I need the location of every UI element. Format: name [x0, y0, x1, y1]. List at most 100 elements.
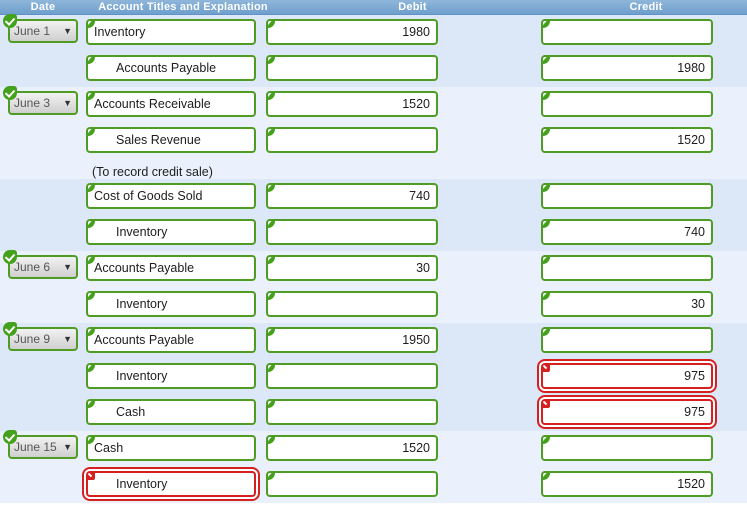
row-account-cell: Inventory [86, 467, 266, 497]
debit-amount-input[interactable] [266, 127, 438, 153]
table-row: Inventory 1520 [0, 467, 747, 503]
credit-amount-value: 1520 [677, 477, 705, 491]
credit-amount-input[interactable]: 740 [541, 219, 713, 245]
table-row: June 1 ▼ Inventory 1980 [0, 14, 747, 51]
account-title-value: Sales Revenue [116, 133, 201, 147]
debit-amount-input[interactable]: 740 [266, 183, 438, 209]
error-cross-icon [88, 473, 95, 480]
row-account-cell: Inventory [86, 15, 266, 45]
date-select[interactable]: June 1 ▼ [3, 14, 78, 43]
credit-amount-input[interactable] [541, 435, 713, 461]
row-account-cell: Inventory [86, 215, 266, 245]
row-account-cell: Inventory [86, 287, 266, 317]
valid-check-icon [268, 293, 275, 300]
credit-amount-input[interactable] [541, 91, 713, 117]
valid-check-icon [268, 329, 275, 336]
valid-check-icon [543, 129, 550, 136]
debit-amount-input[interactable]: 30 [266, 255, 438, 281]
debit-amount-input[interactable]: 1980 [266, 19, 438, 45]
debit-amount-input[interactable] [266, 399, 438, 425]
account-title-input[interactable]: Inventory [86, 219, 256, 245]
row-account-cell: Cash [86, 395, 266, 425]
row-date-cell [0, 123, 86, 127]
credit-amount-input[interactable] [541, 183, 713, 209]
account-title-input[interactable]: Accounts Receivable [86, 91, 256, 117]
valid-check-icon [268, 185, 275, 192]
row-credit-cell: 1520 [541, 123, 741, 153]
table-row: (To record credit sale) [0, 159, 747, 179]
credit-amount-input[interactable]: 1520 [541, 127, 713, 153]
table-row: June 9 ▼ Accounts Payable 1950 [0, 322, 747, 359]
table-header-row: Date Account Titles and Explanation Debi… [0, 0, 747, 15]
account-title-input[interactable]: Accounts Payable [86, 327, 256, 353]
debit-amount-value: 1950 [402, 333, 430, 347]
valid-check-icon [3, 14, 17, 28]
row-debit-cell [266, 287, 541, 317]
column-header-debit: Debit [398, 1, 427, 13]
debit-amount-input[interactable] [266, 55, 438, 81]
row-account-cell: (To record credit sale) [86, 159, 266, 181]
row-debit-cell [266, 159, 541, 163]
row-credit-cell: 1980 [541, 51, 741, 81]
date-select-value: June 15 [14, 440, 57, 454]
row-account-cell: Cost of Goods Sold [86, 179, 266, 209]
credit-amount-input[interactable]: 975 [541, 399, 713, 425]
row-date-cell: June 9 ▼ [0, 322, 86, 351]
account-title-input[interactable]: Inventory [86, 363, 256, 389]
row-debit-cell [266, 395, 541, 425]
valid-check-icon [268, 21, 275, 28]
credit-amount-input[interactable] [541, 255, 713, 281]
date-select[interactable]: June 3 ▼ [3, 86, 78, 115]
credit-amount-input[interactable]: 30 [541, 291, 713, 317]
debit-amount-input[interactable] [266, 363, 438, 389]
row-date-cell [0, 395, 86, 399]
valid-check-icon [88, 293, 95, 300]
debit-amount-input[interactable]: 1520 [266, 91, 438, 117]
row-account-cell: Accounts Receivable [86, 87, 266, 117]
credit-amount-input[interactable] [541, 327, 713, 353]
row-credit-cell [541, 251, 741, 281]
account-title-value: Inventory [116, 225, 168, 239]
account-title-input[interactable]: Inventory [86, 19, 256, 45]
row-credit-cell [541, 15, 741, 45]
date-select[interactable]: June 9 ▼ [3, 322, 78, 351]
table-row: Cash 975 [0, 395, 747, 431]
valid-check-icon [543, 257, 550, 264]
debit-amount-input[interactable] [266, 219, 438, 245]
row-date-cell [0, 467, 86, 471]
account-title-input[interactable]: Cash [86, 435, 256, 461]
debit-amount-value: 1520 [402, 97, 430, 111]
account-title-input[interactable]: Accounts Payable [86, 255, 256, 281]
credit-amount-input[interactable]: 1520 [541, 471, 713, 497]
chevron-down-icon: ▼ [63, 98, 72, 108]
date-select-value: June 9 [14, 332, 51, 346]
account-title-input[interactable]: Cost of Goods Sold [86, 183, 256, 209]
date-select[interactable]: June 15 ▼ [3, 430, 78, 459]
valid-check-icon [88, 401, 95, 408]
credit-amount-input[interactable] [541, 19, 713, 45]
account-title-value: Accounts Payable [116, 61, 217, 75]
account-title-input[interactable]: Cash [86, 399, 256, 425]
date-select-value: June 6 [14, 260, 51, 274]
debit-amount-value: 30 [416, 261, 430, 275]
debit-amount-input[interactable]: 1950 [266, 327, 438, 353]
debit-amount-value: 740 [409, 189, 430, 203]
account-title-input[interactable]: Accounts Payable [86, 55, 256, 81]
valid-check-icon [268, 365, 275, 372]
debit-amount-input[interactable] [266, 471, 438, 497]
table-row: June 6 ▼ Accounts Payable 30 [0, 250, 747, 287]
debit-amount-input[interactable] [266, 291, 438, 317]
credit-amount-input[interactable]: 1980 [541, 55, 713, 81]
column-header-account: Account Titles and Explanation [98, 1, 268, 13]
account-title-value: Accounts Receivable [94, 97, 211, 111]
debit-amount-input[interactable]: 1520 [266, 435, 438, 461]
account-title-input[interactable]: Sales Revenue [86, 127, 256, 153]
row-date-cell [0, 215, 86, 219]
credit-amount-input[interactable]: 975 [541, 363, 713, 389]
account-title-input[interactable]: Inventory [86, 471, 256, 497]
valid-check-icon [3, 430, 17, 444]
account-title-input[interactable]: Inventory [86, 291, 256, 317]
valid-check-icon [268, 221, 275, 228]
date-select[interactable]: June 6 ▼ [3, 250, 78, 279]
row-account-cell: Inventory [86, 359, 266, 389]
